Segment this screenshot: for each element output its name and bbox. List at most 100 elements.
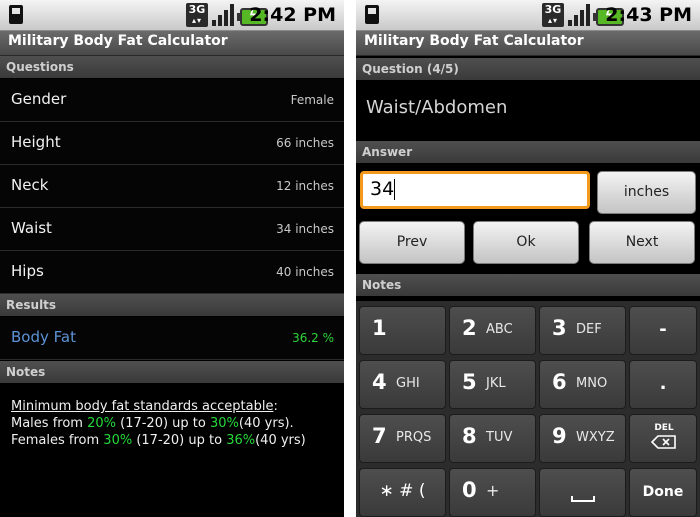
key-minus[interactable]: - [629, 306, 697, 355]
signal-strength-icon [212, 4, 236, 26]
text: Males from [11, 416, 88, 431]
row-value: 66 inches [276, 136, 334, 150]
row-label: Waist [11, 219, 52, 237]
next-button[interactable]: Next [589, 221, 695, 264]
key-digit: 6 [552, 370, 567, 394]
key-digit: 0 [462, 478, 477, 502]
key-symbols[interactable]: ∗ # ( [359, 468, 446, 517]
key-letters: ABC [486, 322, 513, 337]
status-time: 2:42 PM [249, 4, 336, 26]
answer-input[interactable]: 34 [360, 171, 590, 209]
key-digit: 2 [462, 316, 477, 340]
key-symbol: ∗ # ( [379, 481, 426, 501]
question-screen: 3G▴▾ 2:43 PM Military Body Fat Calculato… [356, 0, 700, 517]
question-row-hips[interactable]: Hips 40 inches [0, 251, 344, 294]
question-row-height[interactable]: Height 66 inches [0, 122, 344, 165]
key-letters: GHI [396, 376, 420, 391]
key-digit: 7 [372, 424, 387, 448]
notes-text: Minimum body fat standards acceptable: M… [11, 398, 336, 449]
space-icon [571, 496, 595, 502]
key-5[interactable]: 5 JKL [449, 360, 536, 409]
prev-button[interactable]: Prev [359, 221, 465, 264]
key-letters: JKL [486, 376, 506, 391]
key-2[interactable]: 2 ABC [449, 306, 536, 355]
key-letters: PRQS [396, 430, 432, 445]
text: (17-20) up to [132, 433, 227, 448]
row-value: Female [290, 93, 334, 107]
sd-card-icon [9, 5, 23, 24]
key-1[interactable]: 1 [359, 306, 446, 355]
key-digit: 9 [552, 424, 567, 448]
row-label: Height [11, 133, 61, 151]
key-digit: 4 [372, 370, 387, 394]
app-title: Military Body Fat Calculator [8, 33, 228, 49]
text: Females from [11, 433, 104, 448]
row-value: 40 inches [276, 265, 334, 279]
answer-section-header: Answer [356, 141, 700, 163]
app-title-bar: Military Body Fat Calculator [356, 31, 700, 56]
results-screen: 3G▴▾ 2:42 PM Military Body Fat Calculato… [0, 0, 344, 517]
notes-heading-link[interactable]: Minimum body fat standards acceptable [11, 399, 273, 414]
section-title: Answer [362, 145, 413, 159]
app-title: Military Body Fat Calculator [364, 33, 584, 49]
backspace-icon: DEL [647, 423, 681, 455]
section-title: Notes [362, 278, 402, 292]
key-letters: WXYZ [576, 430, 615, 445]
key-space[interactable] [539, 468, 626, 517]
key-delete[interactable]: DEL [629, 414, 697, 463]
question-row-neck[interactable]: Neck 12 inches [0, 165, 344, 208]
key-label: Done [642, 484, 684, 500]
key-digit: 8 [462, 424, 477, 448]
key-symbol: - [659, 319, 667, 340]
question-row-gender[interactable]: Gender Female [0, 79, 344, 122]
notes-section-header: Notes [356, 274, 700, 296]
row-value: 34 inches [276, 222, 334, 236]
notes-females-line: Females from 30% (17-20) up to 36%(40 yr… [11, 432, 336, 449]
text-cursor [394, 179, 396, 200]
key-done[interactable]: Done [629, 468, 697, 517]
key-letters: TUV [486, 430, 513, 445]
section-title: Question (4/5) [362, 62, 459, 76]
key-0[interactable]: 0 + [449, 468, 536, 517]
key-letters: DEF [576, 322, 602, 337]
question-row-waist[interactable]: Waist 34 inches [0, 208, 344, 251]
key-4[interactable]: 4 GHI [359, 360, 446, 409]
notes-males-line: Males from 20% (17-20) up to 30%(40 yrs)… [11, 415, 336, 432]
percent-high: 30% [210, 416, 239, 431]
result-value: 36.2 % [292, 331, 334, 345]
questions-section-header: Questions [0, 56, 344, 78]
network-3g-icon: 3G ▴▾ [542, 3, 564, 27]
app-title-bar: Military Body Fat Calculator [0, 31, 344, 56]
section-title: Notes [6, 365, 46, 379]
key-letters: + [486, 481, 500, 500]
key-8[interactable]: 8 TUV [449, 414, 536, 463]
question-text: Waist/Abdomen [366, 97, 508, 118]
section-title: Questions [6, 60, 74, 74]
key-9[interactable]: 9 WXYZ [539, 414, 626, 463]
unit-button[interactable]: inches [597, 171, 696, 214]
status-time: 2:43 PM [605, 4, 692, 26]
key-digit: 3 [552, 316, 567, 340]
text: (40 yrs). [238, 416, 294, 431]
key-6[interactable]: 6 MNO [539, 360, 626, 409]
key-7[interactable]: 7 PRQS [359, 414, 446, 463]
numeric-keypad: 1 2 ABC 3 DEF - 4 GHI 5 JKL 6 MNO . 7 PRQS 8 TU… [356, 301, 700, 517]
answer-value: 34 [370, 178, 395, 200]
key-digit: 1 [372, 316, 387, 340]
signal-strength-icon [568, 4, 592, 26]
result-label: Body Fat [11, 328, 76, 346]
del-label: DEL [654, 423, 674, 433]
key-3[interactable]: 3 DEF [539, 306, 626, 355]
network-3g-icon: 3G ▴▾ [186, 3, 208, 27]
status-bar: 3G▴▾ 2:42 PM [0, 0, 344, 31]
row-label: Hips [11, 262, 44, 280]
status-bar: 3G▴▾ 2:43 PM [356, 0, 700, 31]
key-dot[interactable]: . [629, 360, 697, 409]
section-title: Results [6, 298, 57, 312]
ok-button[interactable]: Ok [473, 221, 579, 264]
text: (40 yrs) [255, 433, 306, 448]
row-value: 12 inches [276, 179, 334, 193]
percent-high: 36% [226, 433, 256, 448]
question-section-header: Question (4/5) [356, 58, 700, 80]
key-symbol: . [659, 373, 667, 394]
